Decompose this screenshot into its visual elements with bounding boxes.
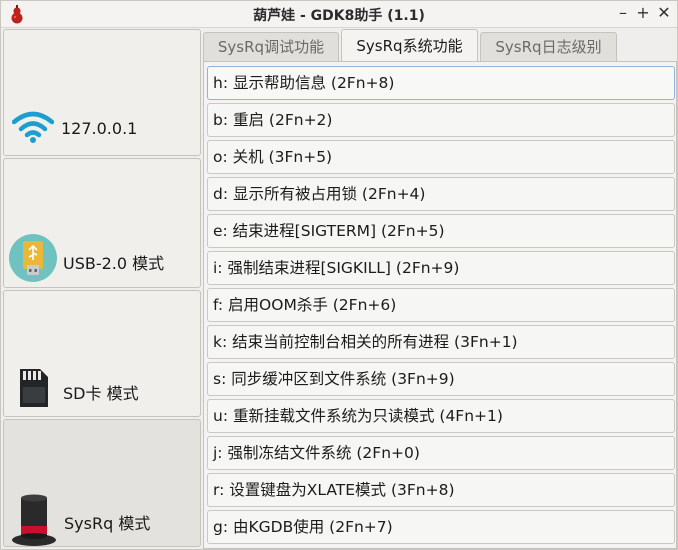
cmd-help-button[interactable]: h: 显示帮助信息 (2Fn+8) [207,66,675,100]
minimize-button[interactable]: – [613,3,633,23]
sidebar-item-label: SD卡 模式 [63,384,139,403]
sidebar-item-network[interactable]: 127.0.0.1 [3,29,201,156]
sidebar-item-label: SysRq 模式 [64,514,151,533]
cmd-reboot-button[interactable]: b: 重启 (2Fn+2) [207,103,675,137]
cmd-sigkill-button[interactable]: i: 强制结束进程[SIGKILL] (2Fn+9) [207,251,675,285]
wifi-icon [12,111,54,143]
cmd-show-locks-button[interactable]: d: 显示所有被占用锁 (2Fn+4) [207,177,675,211]
sidebar-item-sysrq[interactable]: SysRq 模式 [3,419,201,547]
sidebar-item-sd-card[interactable]: SD卡 模式 [3,290,201,417]
sidebar-item-label: 127.0.0.1 [61,119,138,138]
window-title: 葫芦娃 - GDK8助手 (1.1) [253,8,425,24]
command-list: h: 显示帮助信息 (2Fn+8) b: 重启 (2Fn+2) o: 关机 (3… [203,61,677,549]
title-bar: 葫芦娃 - GDK8助手 (1.1) – + ✕ [1,1,677,28]
tab-sysrq-debug[interactable]: SysRq调试功能 [203,32,339,61]
cmd-kill-console-button[interactable]: k: 结束当前控制台相关的所有进程 (3Fn+1) [207,325,675,359]
maximize-button[interactable]: + [633,3,653,23]
cmd-oom-killer-button[interactable]: f: 启用OOM杀手 (2Fn+6) [207,288,675,322]
close-button[interactable]: ✕ [654,3,674,23]
tab-bar: SysRq调试功能 SysRq系统功能 SysRq日志级别 [203,29,677,62]
cmd-xlate-button[interactable]: r: 设置键盘为XLATE模式 (3Fn+8) [207,473,675,507]
tab-sysrq-system[interactable]: SysRq系统功能 [341,29,478,62]
app-window: 葫芦娃 - GDK8助手 (1.1) – + ✕ 127.0.0.1 USB-2… [0,0,678,550]
magic-hat-icon [12,494,56,546]
cmd-kgdb-button[interactable]: g: 由KGDB使用 (2Fn+7) [207,510,675,544]
cmd-poweroff-button[interactable]: o: 关机 (3Fn+5) [207,140,675,174]
sidebar-item-usb[interactable]: USB-2.0 模式 [3,158,201,288]
cmd-remount-ro-button[interactable]: u: 重新挂载文件系统为只读模式 (4Fn+1) [207,399,675,433]
tab-sysrq-log-level[interactable]: SysRq日志级别 [480,32,617,61]
cmd-sigterm-button[interactable]: e: 结束进程[SIGTERM] (2Fn+5) [207,214,675,248]
cmd-sync-button[interactable]: s: 同步缓冲区到文件系统 (3Fn+9) [207,362,675,396]
sidebar-item-label: USB-2.0 模式 [63,254,165,273]
cmd-freeze-fs-button[interactable]: j: 强制冻结文件系统 (2Fn+0) [207,436,675,470]
usb-drive-icon [9,234,57,282]
sd-card-icon [20,369,48,407]
mode-sidebar: 127.0.0.1 USB-2.0 模式 SD卡 模式 SysRq 模式 [3,29,203,547]
